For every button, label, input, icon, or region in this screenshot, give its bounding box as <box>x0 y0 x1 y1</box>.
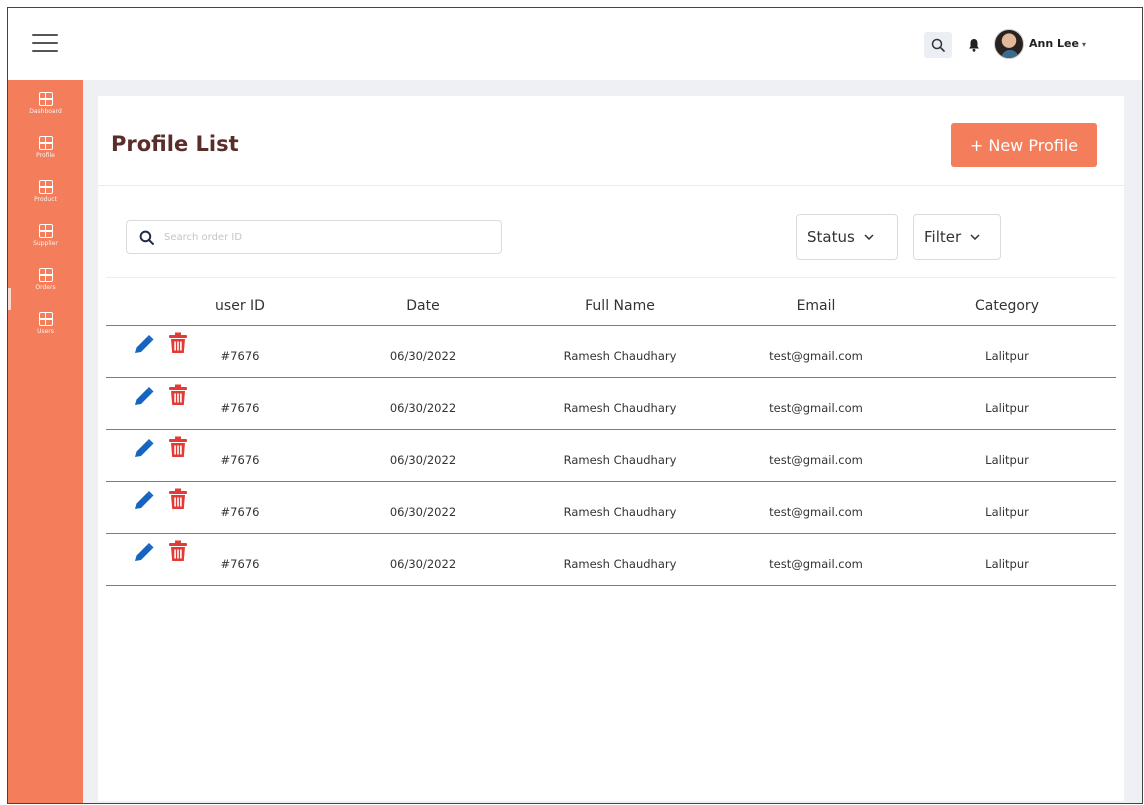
cell-date: 06/30/2022 <box>389 401 457 415</box>
cell-email: test@gmail.com <box>769 557 863 571</box>
cell-email: test@gmail.com <box>769 505 863 519</box>
table-row: #7676 06/30/2022 Ramesh Chaudhary test@g… <box>106 378 1116 430</box>
search-input[interactable] <box>164 231 464 243</box>
sidebar-item-supplier[interactable]: Supplier <box>8 222 83 266</box>
cell-full-name: Ramesh Chaudhary <box>563 453 677 467</box>
cell-user-id: #7676 <box>220 349 260 363</box>
user-menu-caret-icon: ▾ <box>1081 40 1086 49</box>
sidebar-item-orders[interactable]: Orders <box>8 266 83 310</box>
cell-email: test@gmail.com <box>769 349 863 363</box>
cell-user-id: #7676 <box>220 401 260 415</box>
app-window: Ann Lee ▾ Dashboard Profile Product Suppl… <box>7 7 1143 804</box>
sidebar-item-users[interactable]: Users <box>8 310 83 354</box>
sidebar-item-profile[interactable]: Profile <box>8 134 83 178</box>
column-header-user-id[interactable]: user ID <box>215 298 265 314</box>
trash-icon[interactable] <box>168 384 188 406</box>
sidebar-item-label: Orders <box>35 284 56 291</box>
pencil-icon[interactable] <box>132 334 156 356</box>
page-title: Profile List <box>111 132 239 156</box>
cell-category: Lalitpur <box>985 401 1029 415</box>
table-row: #7676 06/30/2022 Ramesh Chaudhary test@g… <box>106 430 1116 482</box>
grid-icon <box>38 136 53 150</box>
cell-full-name: Ramesh Chaudhary <box>563 557 677 571</box>
cell-email: test@gmail.com <box>769 453 863 467</box>
sidebar-item-product[interactable]: Product <box>8 178 83 222</box>
panel-header: Profile List + New Profile <box>98 96 1124 186</box>
grid-icon <box>38 224 53 238</box>
table-header-row: user ID Date Full Name Email Category <box>106 288 1116 326</box>
grid-icon <box>38 312 53 326</box>
column-header-date[interactable]: Date <box>406 298 439 314</box>
avatar[interactable] <box>994 29 1024 59</box>
cell-category: Lalitpur <box>985 349 1029 363</box>
status-dropdown[interactable]: Status <box>796 214 898 260</box>
pencil-icon[interactable] <box>132 542 156 564</box>
cell-email: test@gmail.com <box>769 401 863 415</box>
search-icon <box>139 230 154 245</box>
cell-category: Lalitpur <box>985 505 1029 519</box>
chevron-down-icon <box>864 232 874 243</box>
chevron-down-icon <box>970 232 980 243</box>
table-row: #7676 06/30/2022 Ramesh Chaudhary test@g… <box>106 326 1116 378</box>
user-name: Ann Lee <box>1029 37 1079 50</box>
sidebar-item-label: Dashboard <box>29 108 62 115</box>
grid-icon <box>38 92 53 106</box>
pencil-icon[interactable] <box>132 490 156 512</box>
cell-date: 06/30/2022 <box>389 349 457 363</box>
top-bar: Ann Lee ▾ <box>8 8 1142 80</box>
filter-dropdown[interactable]: Filter <box>913 214 1001 260</box>
pencil-icon[interactable] <box>132 438 156 460</box>
cell-category: Lalitpur <box>985 453 1029 467</box>
bell-icon[interactable] <box>964 35 984 55</box>
table-row: #7676 06/30/2022 Ramesh Chaudhary test@g… <box>106 534 1116 586</box>
sidebar-item-label: Users <box>37 328 54 335</box>
profile-list-panel: Profile List + New Profile Status Filter <box>98 96 1124 801</box>
trash-icon[interactable] <box>168 540 188 562</box>
cell-date: 06/30/2022 <box>389 453 457 467</box>
hamburger-menu-icon[interactable] <box>32 34 58 54</box>
cell-user-id: #7676 <box>220 453 260 467</box>
main-content: Profile List + New Profile Status Filter <box>83 80 1142 803</box>
new-profile-button[interactable]: + New Profile <box>951 123 1097 167</box>
sidebar-item-dashboard[interactable]: Dashboard <box>8 90 83 134</box>
pencil-icon[interactable] <box>132 386 156 408</box>
search-icon[interactable] <box>924 32 952 58</box>
table-body: #7676 06/30/2022 Ramesh Chaudhary test@g… <box>106 326 1116 586</box>
status-dropdown-label: Status <box>807 228 855 246</box>
cell-date: 06/30/2022 <box>389 505 457 519</box>
trash-icon[interactable] <box>168 436 188 458</box>
sidebar-item-label: Product <box>34 196 57 203</box>
sidebar: Dashboard Profile Product Supplier Order… <box>8 80 83 803</box>
divider <box>106 277 1116 278</box>
table-row: #7676 06/30/2022 Ramesh Chaudhary test@g… <box>106 482 1116 534</box>
search-field[interactable] <box>126 220 502 254</box>
profile-table: user ID Date Full Name Email Category #7… <box>106 288 1116 586</box>
cell-date: 06/30/2022 <box>389 557 457 571</box>
user-menu[interactable]: Ann Lee ▾ <box>1029 37 1086 50</box>
sidebar-item-label: Supplier <box>33 240 58 247</box>
grid-icon <box>38 180 53 194</box>
column-header-category[interactable]: Category <box>975 298 1039 314</box>
cell-category: Lalitpur <box>985 557 1029 571</box>
column-header-full-name[interactable]: Full Name <box>585 298 655 314</box>
cell-full-name: Ramesh Chaudhary <box>563 349 677 363</box>
cell-full-name: Ramesh Chaudhary <box>563 401 677 415</box>
cell-user-id: #7676 <box>220 505 260 519</box>
filter-dropdown-label: Filter <box>924 228 962 246</box>
cell-full-name: Ramesh Chaudhary <box>563 505 677 519</box>
trash-icon[interactable] <box>168 332 188 354</box>
grid-icon <box>38 268 53 282</box>
cell-user-id: #7676 <box>220 557 260 571</box>
sidebar-item-label: Profile <box>36 152 55 159</box>
column-header-email[interactable]: Email <box>797 298 836 314</box>
trash-icon[interactable] <box>168 488 188 510</box>
